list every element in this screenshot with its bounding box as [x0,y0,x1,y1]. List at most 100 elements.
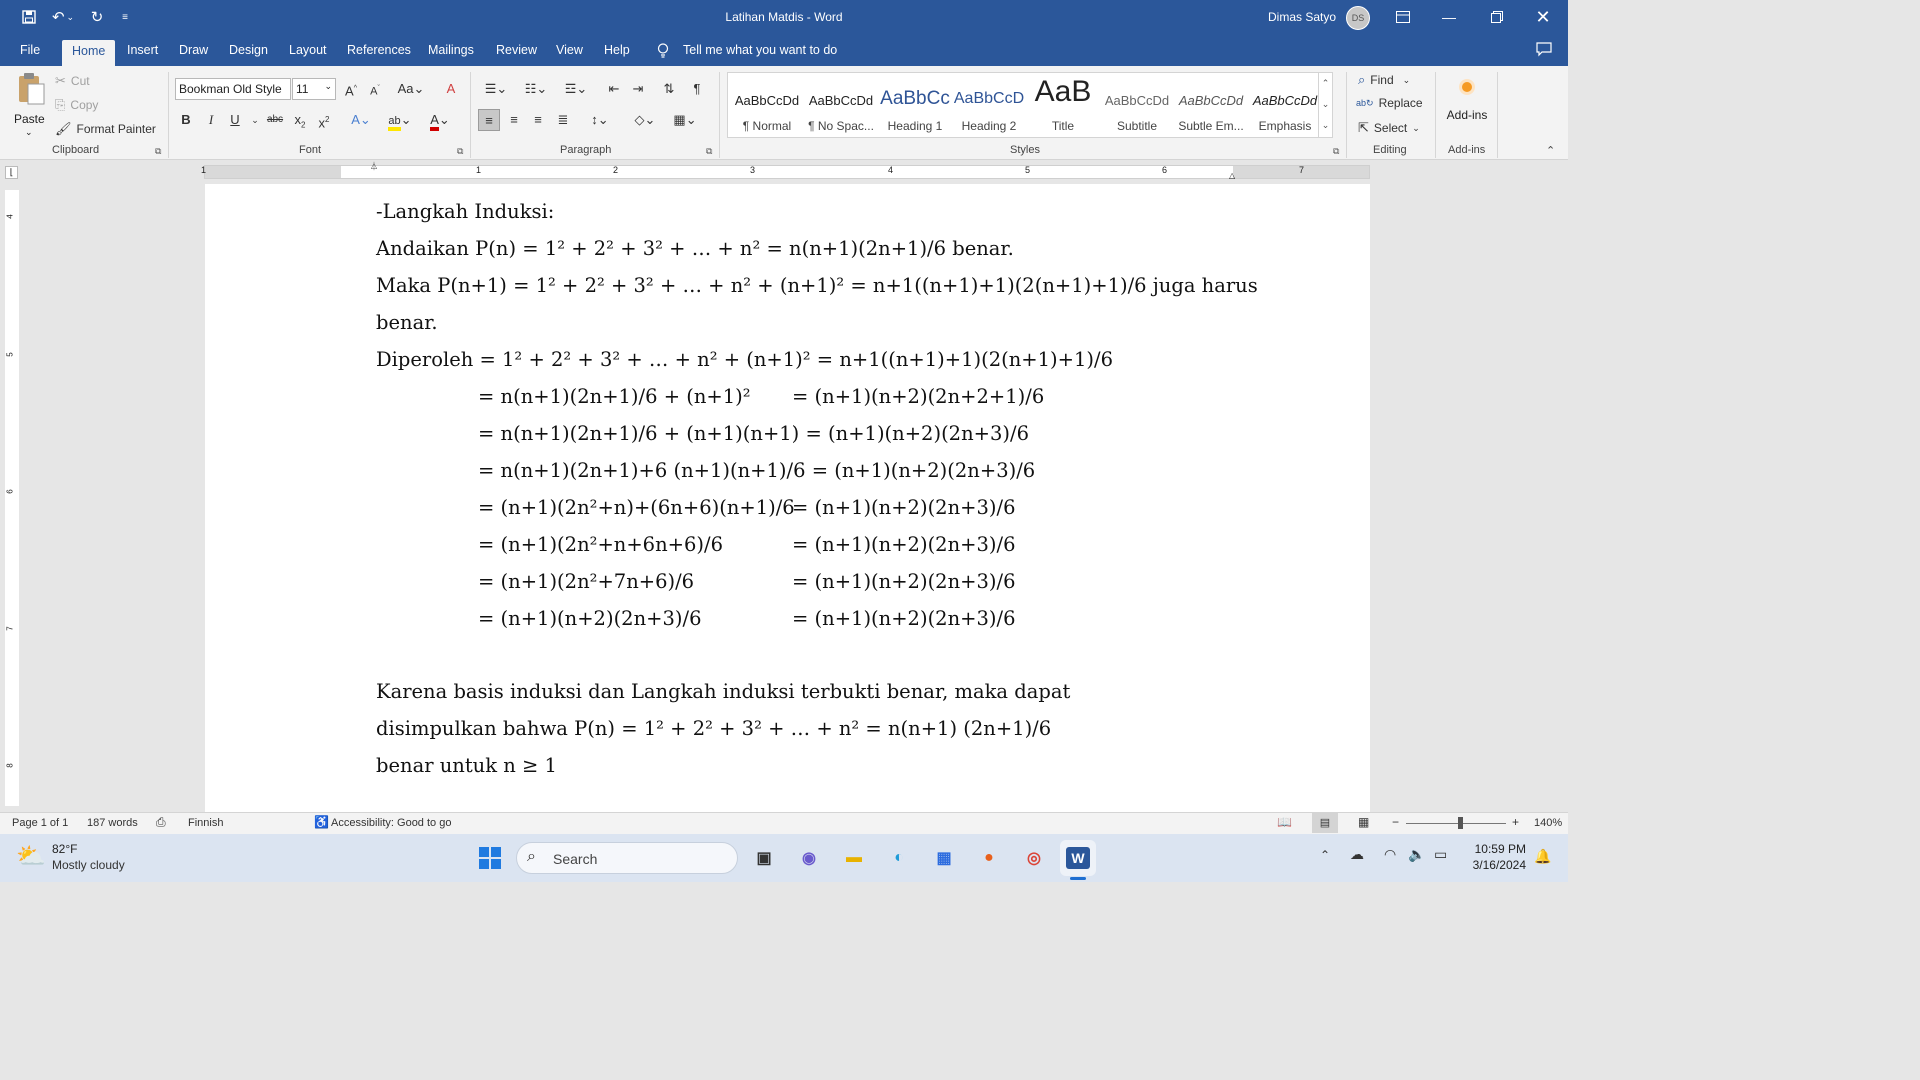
notification-bell-icon[interactable]: 🔔 [1534,848,1551,865]
accessibility-status[interactable]: Accessibility: Good to go [331,817,451,829]
chevron-down-icon[interactable]: ⌄ [244,109,266,131]
zoom-slider-thumb[interactable] [1458,817,1463,829]
justify-icon[interactable]: ≣ [552,109,574,131]
clock-time[interactable]: 10:59 PM [1462,842,1526,856]
find-button[interactable]: ⌕ Find ⌄ [1358,72,1410,88]
align-right-icon[interactable]: ≡ [527,109,549,131]
zoom-in-icon[interactable]: + [1512,815,1519,829]
store-icon[interactable]: ▦ [928,842,960,874]
ribbon-display-options-icon[interactable] [1380,0,1426,34]
style-heading-1[interactable]: AaBbCc Heading 1 [878,73,952,139]
vertical-ruler-track[interactable]: 4 5 6 7 8 [5,190,19,806]
weather-icon[interactable]: ⛅ [16,842,46,871]
read-mode-icon[interactable]: 📖 [1277,815,1292,829]
gallery-scroll[interactable]: ⌃ ⌄ ⌄ [1318,73,1332,137]
right-indent-marker[interactable]: △ [1229,171,1235,180]
style-emphasis[interactable]: AaBbCcDd Emphasis [1248,73,1322,139]
start-icon[interactable] [474,842,506,874]
document-page[interactable]: -Langkah Induksi: Andaikan P(n) = 1² + 2… [205,184,1370,812]
word-app-icon[interactable]: W [1060,840,1096,876]
zoom-slider[interactable] [1406,817,1506,829]
tab-view[interactable]: View [556,43,583,57]
numbering-icon[interactable]: ☷⌄ [518,78,554,100]
dialog-launcher-icon[interactable]: ⧉ [1333,146,1339,157]
print-layout-icon[interactable]: ▤ [1312,813,1338,833]
underline-icon[interactable]: U [224,109,246,131]
shading-icon[interactable]: ◇⌄ [628,109,662,131]
font-family-select[interactable]: Bookman Old Style [175,78,291,100]
user-name[interactable]: Dimas Satyo [1268,10,1336,24]
avatar[interactable]: DS [1346,6,1370,30]
dialog-launcher-icon[interactable]: ⧉ [706,146,712,157]
change-case-icon[interactable]: Aa⌄ [396,78,426,100]
onedrive-icon[interactable]: ☁ [1350,846,1364,863]
replace-button[interactable]: ab↻ Replace [1356,96,1423,110]
tab-insert[interactable]: Insert [127,43,158,57]
increase-indent-icon[interactable]: ⇥ [627,78,649,100]
tab-selector[interactable]: ⌊ [5,166,18,179]
tab-layout[interactable]: Layout [289,43,327,57]
style-no-spacing[interactable]: AaBbCcDd ¶ No Spac... [804,73,878,139]
tab-design[interactable]: Design [229,43,268,57]
taskbar-search[interactable]: ⌕ Search [516,842,738,874]
align-left-icon[interactable]: ≡ [478,109,500,131]
align-center-icon[interactable]: ≡ [503,109,525,131]
font-color-icon[interactable]: A⌄ [424,109,456,131]
line-spacing-icon[interactable]: ↕⌄ [584,109,616,131]
text-effects-icon[interactable]: A⌄ [346,109,376,131]
chevron-down-icon[interactable]: ⌄ [1319,94,1332,115]
web-layout-icon[interactable]: ▦ [1358,815,1369,829]
tab-references[interactable]: References [347,43,411,57]
grow-font-icon[interactable]: A^ [340,78,362,100]
indent-marker[interactable]: ⏃ [370,161,378,172]
battery-icon[interactable]: ▭ [1434,846,1447,863]
comments-icon[interactable] [1536,42,1552,60]
style-normal[interactable]: AaBbCcDd ¶ Normal [730,73,804,139]
tab-review[interactable]: Review [496,43,537,57]
tab-file[interactable]: File [20,43,40,57]
dialog-launcher-icon[interactable]: ⧉ [457,146,463,157]
font-size-select[interactable]: 11 ⌄ [292,78,336,100]
style-title[interactable]: AaB Title [1026,73,1100,139]
tab-mailings[interactable]: Mailings [428,43,474,57]
cut-button[interactable]: ✂ Cut [55,73,90,89]
highlight-color-icon[interactable]: ab⌄ [384,109,416,131]
wifi-icon[interactable]: ◠ [1384,846,1396,863]
style-subtitle[interactable]: AaBbCcDd Subtitle [1100,73,1174,139]
weather-text[interactable]: Mostly cloudy [52,858,125,872]
file-explorer-icon[interactable]: ▬ [838,842,870,874]
dialog-launcher-icon[interactable]: ⧉ [155,146,161,157]
tab-home[interactable]: Home [62,40,116,66]
select-button[interactable]: ⇱ Select ⌄ [1358,120,1420,136]
add-ins-button[interactable]: Add-ins [1442,76,1492,136]
chrome-icon[interactable]: ◎ [1018,842,1050,874]
superscript-icon[interactable]: x2 [313,109,335,131]
tab-help[interactable]: Help [604,43,630,57]
sort-icon[interactable]: ⇅ [658,78,680,100]
edge-icon[interactable]: ◐ [883,842,915,874]
strikethrough-icon[interactable]: abc [264,109,286,131]
firefox-icon[interactable]: ● [973,842,1005,874]
pilcrow-icon[interactable]: ¶ [686,78,708,100]
paste-button[interactable]: Paste ⌄ [10,72,50,137]
tell-me-search[interactable]: Tell me what you want to do [683,43,837,57]
format-painter-button[interactable]: 🖌 Format Painter [55,121,156,137]
zoom-level[interactable]: 140% [1534,817,1562,829]
ruler-track[interactable]: 1 1 2 3 4 5 6 7 ⏃ △ [201,162,1370,180]
copy-button[interactable]: ⎘ Copy [55,97,98,113]
task-view-icon[interactable]: ▣ [748,842,780,874]
proofing-icon[interactable]: ⎙ [156,815,166,830]
chevron-up-icon[interactable]: ⌃ [1319,73,1332,94]
style-heading-2[interactable]: AaBbCcD Heading 2 [952,73,1026,139]
multilevel-list-icon[interactable]: ☲⌄ [558,78,594,100]
more-styles-icon[interactable]: ⌄ [1319,115,1332,136]
volume-icon[interactable]: 🔈 [1408,846,1425,863]
minimize-icon[interactable]: — [1426,0,1472,34]
close-icon[interactable]: ✕ [1520,0,1566,34]
italic-icon[interactable]: I [200,109,222,131]
subscript-icon[interactable]: x2 [289,109,311,131]
word-count[interactable]: 187 words [87,817,138,829]
borders-icon[interactable]: ▦⌄ [668,109,702,131]
tab-draw[interactable]: Draw [179,43,208,57]
clear-formatting-icon[interactable]: A [440,78,462,100]
